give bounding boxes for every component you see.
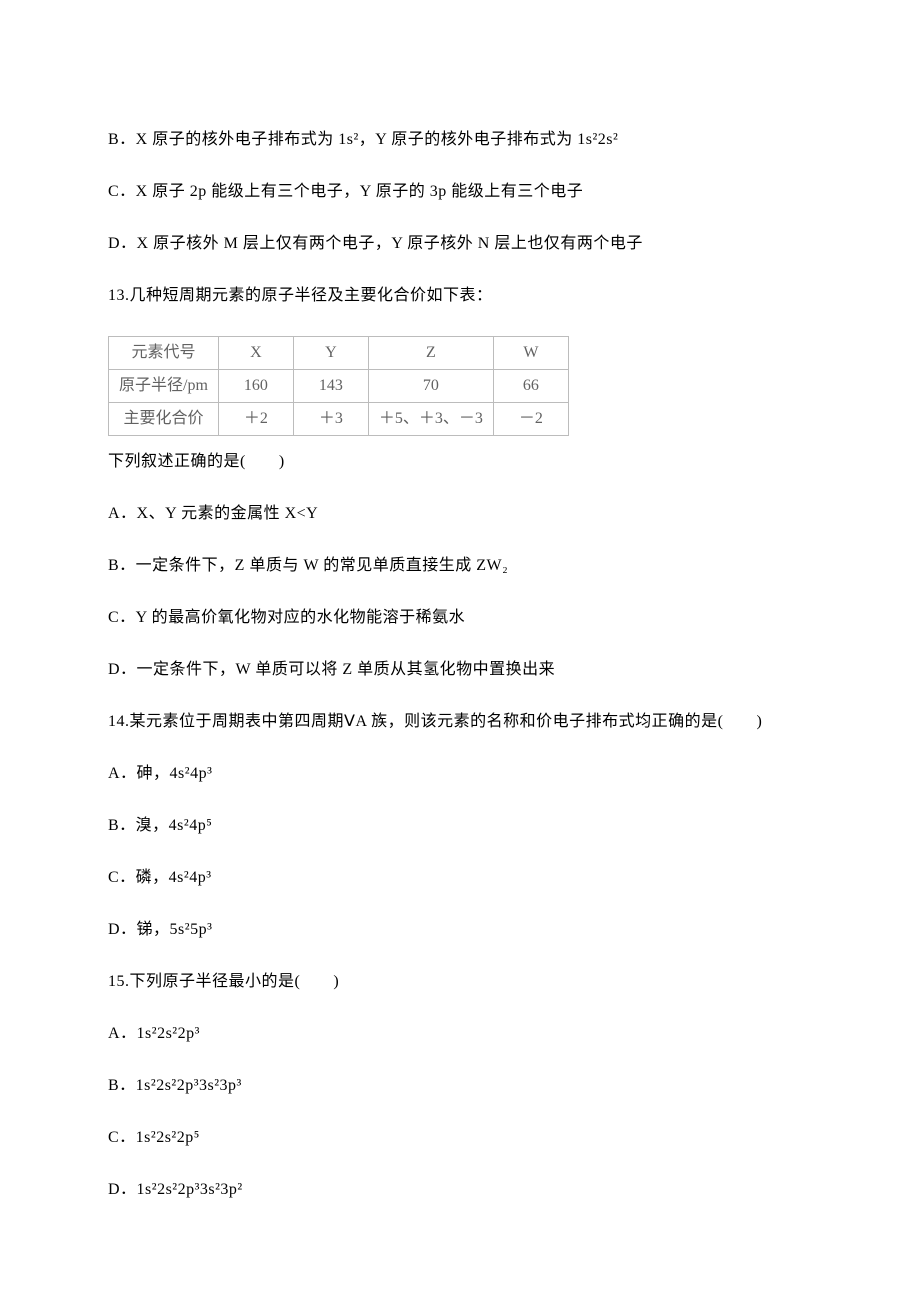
q12-option-b: B．X 原子的核外电子排布式为 1s²，Y 原子的核外电子排布式为 1s²2s² xyxy=(108,128,812,152)
q15-option-d: D．1s²2s²2p³3s²3p² xyxy=(108,1178,812,1202)
q14-stem: 14.某元素位于周期表中第四周期ⅤA 族，则该元素的名称和价电子排布式均正确的是… xyxy=(108,710,812,734)
table-cell: ＋3 xyxy=(293,403,368,436)
q14-option-a: A．砷，4s²4p³ xyxy=(108,762,812,786)
page: B．X 原子的核外电子排布式为 1s²，Y 原子的核外电子排布式为 1s²2s²… xyxy=(0,0,920,1310)
q15-stem: 15.下列原子半径最小的是( ) xyxy=(108,970,812,994)
table-cell: 元素代号 xyxy=(109,337,219,370)
q13-option-d: D．一定条件下，W 单质可以将 Z 单质从其氢化物中置换出来 xyxy=(108,658,812,682)
q15-option-b: B．1s²2s²2p³3s²3p³ xyxy=(108,1074,812,1098)
q15-option-a: A．1s²2s²2p³ xyxy=(108,1022,812,1046)
table-cell: Y xyxy=(293,337,368,370)
table-cell: 66 xyxy=(493,370,568,403)
q15-option-c: C．1s²2s²2p⁵ xyxy=(108,1126,812,1150)
table-cell: X xyxy=(218,337,293,370)
table-cell: 143 xyxy=(293,370,368,403)
q14-option-b: B．溴，4s²4p⁵ xyxy=(108,814,812,838)
q13-table: 元素代号 X Y Z W 原子半径/pm 160 143 70 66 主要化合价… xyxy=(108,336,569,436)
table-cell: 主要化合价 xyxy=(109,403,219,436)
q13-option-a: A．X、Y 元素的金属性 X<Y xyxy=(108,502,812,526)
table-cell: ＋5、＋3、－3 xyxy=(368,403,493,436)
table-row: 主要化合价 ＋2 ＋3 ＋5、＋3、－3 －2 xyxy=(109,403,569,436)
table-cell: Z xyxy=(368,337,493,370)
q13-after: 下列叙述正确的是( ) xyxy=(108,450,812,474)
q12-option-c: C．X 原子 2p 能级上有三个电子，Y 原子的 3p 能级上有三个电子 xyxy=(108,180,812,204)
q12-option-d: D．X 原子核外 M 层上仅有两个电子，Y 原子核外 N 层上也仅有两个电子 xyxy=(108,232,812,256)
table-cell: 70 xyxy=(368,370,493,403)
table-cell: 原子半径/pm xyxy=(109,370,219,403)
q13-option-b: B．一定条件下，Z 单质与 W 的常见单质直接生成 ZW₂ xyxy=(108,554,812,578)
q13-stem: 13.几种短周期元素的原子半径及主要化合价如下表： xyxy=(108,284,812,308)
q14-option-c: C．磷，4s²4p³ xyxy=(108,866,812,890)
table-cell: W xyxy=(493,337,568,370)
table-cell: ＋2 xyxy=(218,403,293,436)
q13-option-c: C．Y 的最高价氧化物对应的水化物能溶于稀氨水 xyxy=(108,606,812,630)
table-row: 原子半径/pm 160 143 70 66 xyxy=(109,370,569,403)
table-cell: －2 xyxy=(493,403,568,436)
q14-option-d: D．锑，5s²5p³ xyxy=(108,918,812,942)
table-cell: 160 xyxy=(218,370,293,403)
table-row: 元素代号 X Y Z W xyxy=(109,337,569,370)
